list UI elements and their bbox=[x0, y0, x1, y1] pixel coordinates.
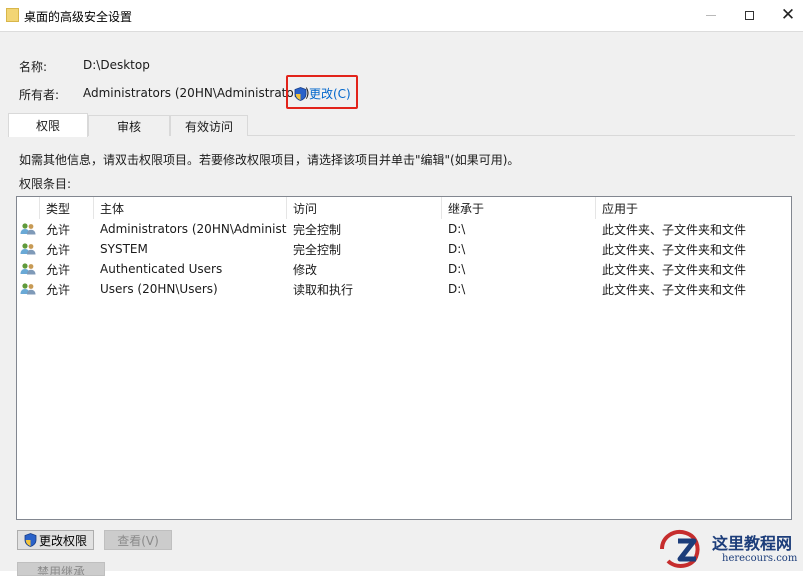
column-header-access[interactable]: 访问 bbox=[287, 197, 442, 219]
table-row[interactable]: 允许 Users (20HN\Users) 读取和执行 D:\ 此文件夹、子文件… bbox=[17, 279, 791, 299]
minimize-icon bbox=[706, 15, 716, 16]
row-type: 允许 bbox=[46, 222, 71, 237]
row-type: 允许 bbox=[46, 262, 71, 277]
tab-auditing[interactable]: 审核 bbox=[88, 115, 170, 136]
users-icon bbox=[20, 279, 40, 299]
row-principal: Users (20HN\Users) bbox=[100, 282, 218, 296]
table-row[interactable]: 允许 SYSTEM 完全控制 D:\ 此文件夹、子文件夹和文件 bbox=[17, 239, 791, 259]
close-button[interactable]: ✕ bbox=[765, 0, 803, 31]
row-access: 读取和执行 bbox=[293, 282, 354, 297]
view-button[interactable]: 查看(V) bbox=[104, 530, 172, 550]
uac-shield-icon bbox=[24, 533, 37, 547]
permission-entries-label: 权限条目: bbox=[19, 177, 72, 191]
users-icon bbox=[20, 239, 40, 259]
name-label: 名称: bbox=[19, 60, 48, 74]
users-icon bbox=[20, 219, 40, 239]
watermark-url: herecours.com bbox=[722, 553, 798, 564]
owner-label: 所有者: bbox=[19, 88, 60, 102]
row-access: 修改 bbox=[293, 262, 318, 277]
change-owner-link[interactable]: 更改(C) bbox=[294, 85, 351, 102]
watermark-text: 这里教程网 bbox=[712, 534, 793, 553]
table-row[interactable]: 允许 Administrators (20HN\Administr... 完全控… bbox=[17, 219, 791, 239]
table-row[interactable]: 允许 Authenticated Users 修改 D:\ 此文件夹、子文件夹和… bbox=[17, 259, 791, 279]
uac-shield-icon bbox=[294, 86, 307, 101]
row-applies-to: 此文件夹、子文件夹和文件 bbox=[602, 262, 747, 277]
row-inherited-from: D:\ bbox=[448, 242, 466, 256]
tab-effective-access-label: 有效访问 bbox=[184, 119, 233, 134]
row-inherited-from: D:\ bbox=[448, 222, 466, 236]
row-principal: Administrators (20HN\Administr... bbox=[100, 222, 287, 236]
folder-icon bbox=[6, 8, 19, 22]
owner-value: Administrators (20HN\Administrators) bbox=[83, 86, 310, 100]
column-header-inherited-from-label: 继承于 bbox=[448, 201, 485, 216]
disable-inheritance-button[interactable]: 禁用继承 bbox=[17, 562, 105, 576]
tab-permissions-label: 权限 bbox=[35, 119, 60, 133]
row-access: 完全控制 bbox=[293, 222, 342, 237]
title-bar: 桌面的高级安全设置 ✕ bbox=[0, 0, 803, 31]
row-applies-to: 此文件夹、子文件夹和文件 bbox=[602, 282, 747, 297]
row-type: 允许 bbox=[46, 242, 71, 257]
row-access: 完全控制 bbox=[293, 242, 342, 257]
column-header-type[interactable]: 类型 bbox=[40, 197, 94, 219]
column-header-applies-to[interactable]: 应用于 bbox=[596, 197, 791, 219]
column-header-access-label: 访问 bbox=[293, 201, 318, 216]
users-icon bbox=[20, 259, 40, 279]
column-header-principal-label: 主体 bbox=[100, 201, 125, 216]
permission-entries-list[interactable]: 类型 主体 访问 继承于 应用于 允许 Administrators (20HN… bbox=[16, 196, 792, 520]
close-icon: ✕ bbox=[780, 5, 796, 25]
info-text: 如需其他信息，请双击权限项目。若要修改权限项目，请选择该项目并单击"编辑"(如果… bbox=[19, 153, 520, 167]
row-inherited-from: D:\ bbox=[448, 282, 466, 296]
tab-auditing-label: 审核 bbox=[116, 119, 141, 134]
change-permissions-button[interactable]: 更改权限 bbox=[17, 530, 94, 550]
name-value: D:\Desktop bbox=[83, 58, 150, 72]
column-header-type-label: 类型 bbox=[46, 201, 71, 216]
column-header-icon[interactable] bbox=[17, 197, 40, 219]
row-applies-to: 此文件夹、子文件夹和文件 bbox=[602, 222, 747, 237]
column-header-principal[interactable]: 主体 bbox=[94, 197, 287, 219]
change-permissions-label: 更改权限 bbox=[38, 533, 87, 548]
row-principal: SYSTEM bbox=[100, 242, 148, 256]
row-applies-to: 此文件夹、子文件夹和文件 bbox=[602, 242, 747, 257]
row-type: 允许 bbox=[46, 282, 71, 297]
window-title: 桌面的高级安全设置 bbox=[24, 10, 133, 24]
disable-inheritance-label: 禁用继承 bbox=[36, 565, 85, 576]
column-header-inherited-from[interactable]: 继承于 bbox=[442, 197, 596, 219]
row-inherited-from: D:\ bbox=[448, 262, 466, 276]
tab-effective-access[interactable]: 有效访问 bbox=[170, 115, 248, 136]
view-button-label: 查看(V) bbox=[117, 533, 159, 548]
maximize-icon bbox=[744, 11, 754, 20]
column-header-applies-to-label: 应用于 bbox=[602, 201, 639, 216]
change-owner-label: 更改(C) bbox=[309, 87, 351, 101]
tab-permissions[interactable]: 权限 bbox=[8, 113, 88, 137]
row-principal: Authenticated Users bbox=[100, 262, 223, 276]
